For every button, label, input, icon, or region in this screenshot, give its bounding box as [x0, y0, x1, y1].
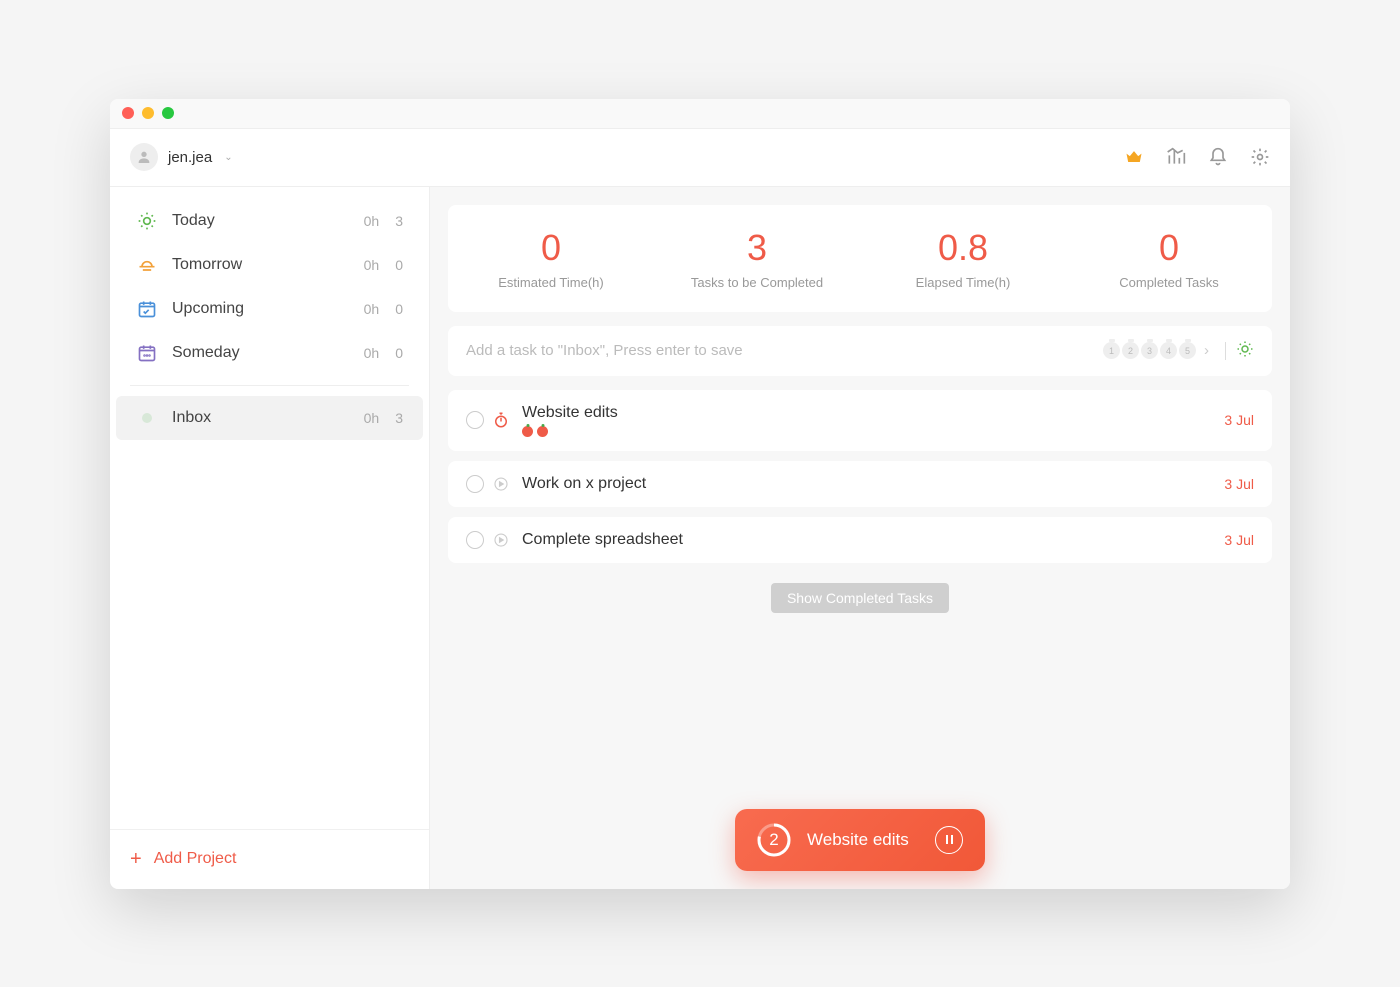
sun-icon[interactable]: [1236, 340, 1254, 362]
sidebar-item-label: Someday: [172, 344, 364, 362]
task-checkbox[interactable]: [466, 411, 484, 429]
calendar-check-icon: [136, 298, 158, 320]
sun-icon: [136, 210, 158, 232]
stat-completed: 0 Completed Tasks: [1066, 227, 1272, 290]
avatar: [130, 143, 158, 171]
pause-button[interactable]: [935, 826, 963, 854]
sidebar-divider: [130, 385, 409, 386]
window-fullscreen-button[interactable]: [162, 107, 174, 119]
play-timer-icon[interactable]: [492, 531, 510, 549]
sidebar: Today 0h3 Tomorrow 0h0 Upcoming 0h0: [110, 187, 430, 889]
task-title: Website edits: [522, 404, 1224, 422]
user-menu[interactable]: jen.jea ⌄: [130, 143, 233, 171]
sidebar-item-today[interactable]: Today 0h3: [116, 199, 423, 243]
pomodoro-dots: [522, 426, 1224, 437]
body: Today 0h3 Tomorrow 0h0 Upcoming 0h0: [110, 187, 1290, 889]
crown-icon[interactable]: [1124, 147, 1144, 167]
top-icons: [1124, 147, 1270, 167]
chevron-down-icon: ⌄: [224, 152, 232, 163]
add-task-input[interactable]: Add a task to "Inbox", Press enter to sa…: [448, 326, 1272, 376]
stats-icon[interactable]: [1166, 147, 1186, 167]
calendar-someday-icon: [136, 342, 158, 364]
estimate-picker[interactable]: 1 2 3 4 5 ›: [1103, 340, 1254, 362]
plus-icon: +: [130, 848, 142, 871]
sidebar-item-label: Today: [172, 212, 364, 230]
window-minimize-button[interactable]: [142, 107, 154, 119]
stats-bar: 0 Estimated Time(h) 3 Tasks to be Comple…: [448, 205, 1272, 312]
play-timer-icon[interactable]: [492, 475, 510, 493]
timer-progress-ring: 2: [757, 823, 791, 857]
task-title: Complete spreadsheet: [522, 531, 1224, 549]
task-row[interactable]: Work on x project 3 Jul: [448, 461, 1272, 507]
timer-task-name: Website edits: [807, 830, 919, 850]
task-title: Work on x project: [522, 475, 1224, 493]
sidebar-item-upcoming[interactable]: Upcoming 0h0: [116, 287, 423, 331]
topbar: jen.jea ⌄: [110, 129, 1290, 187]
add-project-label: Add Project: [154, 850, 237, 868]
task-row[interactable]: Website edits 3 Jul: [448, 390, 1272, 451]
pomodoro-timer-bar[interactable]: 2 Website edits: [735, 809, 985, 871]
titlebar: [110, 99, 1290, 129]
stopwatch-icon[interactable]: 5: [1179, 342, 1196, 359]
sidebar-item-label: Inbox: [172, 409, 364, 427]
task-checkbox[interactable]: [466, 531, 484, 549]
sidebar-item-inbox[interactable]: Inbox 0h3: [116, 396, 423, 440]
task-date: 3 Jul: [1224, 412, 1254, 428]
sidebar-item-label: Upcoming: [172, 300, 364, 318]
pause-icon: [946, 835, 953, 844]
timer-count: 2: [769, 830, 778, 850]
main-panel: 0 Estimated Time(h) 3 Tasks to be Comple…: [430, 187, 1290, 889]
sidebar-item-someday[interactable]: Someday 0h0: [116, 331, 423, 375]
stopwatch-icon[interactable]: 4: [1160, 342, 1177, 359]
show-completed-button[interactable]: Show Completed Tasks: [771, 583, 949, 613]
stopwatch-icon[interactable]: [492, 411, 510, 429]
app-window: jen.jea ⌄ Today 0h: [110, 99, 1290, 889]
bell-icon[interactable]: [1208, 147, 1228, 167]
task-row[interactable]: Complete spreadsheet 3 Jul: [448, 517, 1272, 563]
inbox-icon: [136, 407, 158, 429]
stat-to-complete: 3 Tasks to be Completed: [654, 227, 860, 290]
sunset-icon: [136, 254, 158, 276]
stopwatch-icon[interactable]: 1: [1103, 342, 1120, 359]
task-checkbox[interactable]: [466, 475, 484, 493]
window-close-button[interactable]: [122, 107, 134, 119]
task-date: 3 Jul: [1224, 532, 1254, 548]
add-project-button[interactable]: + Add Project: [110, 829, 429, 889]
pomodoro-icon: [522, 426, 533, 437]
username: jen.jea: [168, 149, 212, 166]
chevron-right-icon[interactable]: ›: [1204, 342, 1209, 359]
task-date: 3 Jul: [1224, 476, 1254, 492]
pomodoro-icon: [537, 426, 548, 437]
gear-icon[interactable]: [1250, 147, 1270, 167]
stat-elapsed: 0.8 Elapsed Time(h): [860, 227, 1066, 290]
add-task-placeholder: Add a task to "Inbox", Press enter to sa…: [466, 342, 1103, 359]
stat-estimated: 0 Estimated Time(h): [448, 227, 654, 290]
sidebar-item-tomorrow[interactable]: Tomorrow 0h0: [116, 243, 423, 287]
sidebar-item-label: Tomorrow: [172, 256, 364, 274]
stopwatch-icon[interactable]: 3: [1141, 342, 1158, 359]
stopwatch-icon[interactable]: 2: [1122, 342, 1139, 359]
